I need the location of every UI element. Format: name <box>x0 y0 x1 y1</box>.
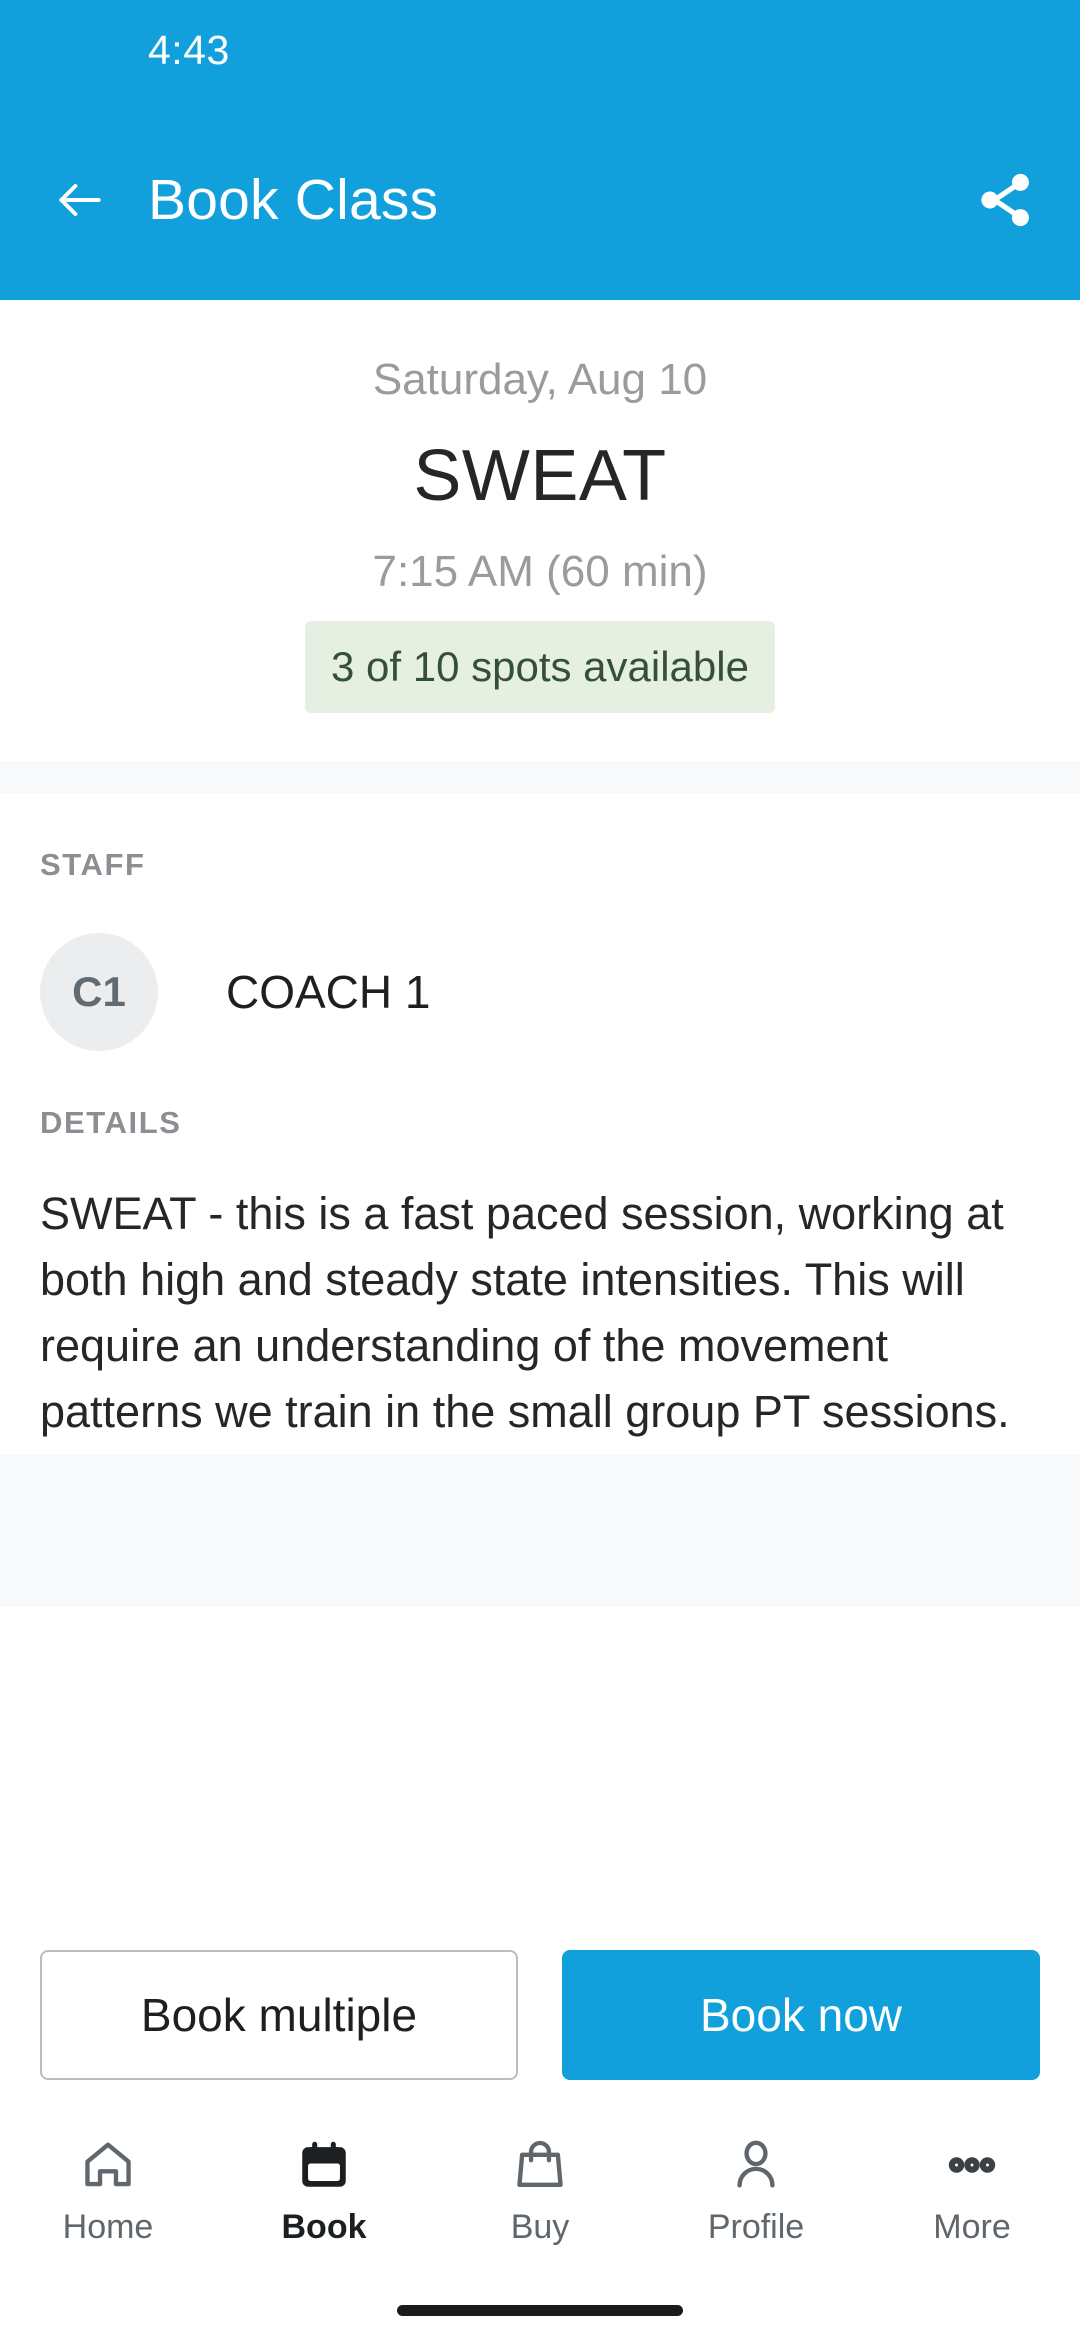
spots-available-badge: 3 of 10 spots available <box>305 621 775 713</box>
class-date: Saturday, Aug 10 <box>372 355 708 404</box>
home-icon <box>79 2134 137 2196</box>
details-section-label: DETAILS <box>40 1105 182 1140</box>
book-multiple-button[interactable]: Book multiple <box>40 1950 518 2080</box>
staff-section: STAFF C1 COACH 1 <box>0 793 1080 1051</box>
nav-item-buy[interactable]: Buy <box>432 2134 648 2247</box>
bottom-spacer-band <box>0 1455 1080 1607</box>
class-summary: Saturday, Aug 10 SWEAT 7:15 AM (60 min) … <box>0 300 1080 761</box>
more-dots-icon <box>943 2134 1001 2196</box>
action-bar: Book multiple Book now <box>0 1914 1080 2120</box>
details-description: SWEAT - this is a fast paced session, wo… <box>40 1188 1010 1437</box>
nav-item-book[interactable]: Book <box>216 2134 432 2247</box>
class-time: 7:15 AM (60 min) <box>372 547 708 596</box>
section-divider-band <box>0 761 1080 793</box>
status-bar: 4:43 <box>0 0 1080 100</box>
page-title: Book Class <box>148 168 439 232</box>
app-bar: Book Class <box>0 100 1080 300</box>
content-scroll-area[interactable]: Saturday, Aug 10 SWEAT 7:15 AM (60 min) … <box>0 300 1080 1914</box>
avatar: C1 <box>40 933 158 1051</box>
person-icon <box>727 2134 785 2196</box>
class-name: SWEAT <box>413 436 667 516</box>
nav-label-more: More <box>933 2208 1011 2246</box>
home-indicator-area <box>0 2280 1080 2340</box>
nav-item-profile[interactable]: Profile <box>648 2134 864 2247</box>
nav-label-book: Book <box>281 2208 367 2246</box>
calendar-icon <box>295 2134 353 2196</box>
share-icon[interactable] <box>970 165 1040 235</box>
app-screen: 4:43 Book Class Saturday, Aug 10 SWEAT 7… <box>0 0 1080 2340</box>
staff-section-label: STAFF <box>40 847 146 882</box>
home-indicator[interactable] <box>397 2304 683 2316</box>
nav-label-home: Home <box>62 2208 154 2246</box>
nav-item-more[interactable]: More <box>864 2134 1080 2247</box>
nav-item-home[interactable]: Home <box>0 2134 216 2247</box>
details-section: DETAILS SWEAT - this is a fast paced ses… <box>0 1051 1080 1455</box>
staff-name: COACH 1 <box>226 966 431 1018</box>
nav-label-buy: Buy <box>510 2208 570 2246</box>
status-bar-clock: 4:43 <box>148 26 230 73</box>
content-spacer <box>0 1607 1080 1914</box>
nav-label-profile: Profile <box>707 2208 805 2246</box>
bottom-navigation: Home Book Buy Profile More <box>0 2120 1080 2280</box>
book-now-button[interactable]: Book now <box>562 1950 1040 2080</box>
arrow-left-icon[interactable] <box>52 172 108 228</box>
staff-list-item[interactable]: C1 COACH 1 <box>40 883 1040 1051</box>
shopping-bag-icon <box>511 2134 569 2196</box>
avatar-initials: C1 <box>72 968 126 1015</box>
